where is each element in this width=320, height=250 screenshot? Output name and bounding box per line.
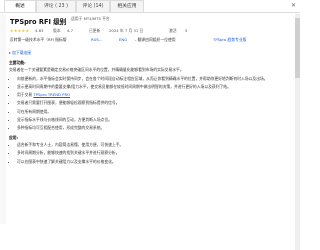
feature-item: 显示更高时间周期中的重要支撑/阻力水平，使交易员能够在较低时间周期中做出明智的决… bbox=[17, 84, 293, 89]
feature-list: 向前更新的，水平指标会实时保持同步，会在各个时间段自动标注相应区域，从而让你看到… bbox=[9, 76, 293, 131]
lang-link[interactable]: ENG bbox=[119, 37, 127, 42]
apps-list: 适合新手和专业人士，内容简洁易懂，使用方便，可快速上手。 多时间周期分析，能够快… bbox=[9, 142, 293, 164]
tab-reviews[interactable]: 评论 ( 23 ) bbox=[36, 0, 76, 12]
heading-apps: 应用: bbox=[9, 134, 19, 140]
category-link[interactable]: RUS... bbox=[91, 37, 102, 42]
rating-value: 4.83 bbox=[35, 28, 44, 33]
category-label: 反转第一级技术水平（RFI 指标版 bbox=[10, 37, 67, 42]
close-icon[interactable]: ✕ bbox=[291, 2, 296, 9]
left-gutter bbox=[0, 14, 6, 224]
feature-item: 显示指标水平线与价格线间的互动，方便判断入场点位。 bbox=[17, 117, 293, 122]
app-item: 多时间周期分析，能够快速的找到关键水平并进行观察分析。 bbox=[17, 150, 293, 155]
feature-item: 向前更新的，水平指标会实时保持同步，会在各个时间段自动标注相应区域，从而让你看到… bbox=[17, 76, 293, 81]
feature-item: 用于交易 TPSpro TREND PRO bbox=[17, 92, 293, 97]
tab-comments[interactable]: 评论 (14) bbox=[76, 0, 110, 12]
tab-related[interactable]: 相关应用 bbox=[110, 0, 144, 12]
product-panel: TPSpro RFI 级别 适用于 MT4/MT5 平台 ★★★★★ 4.83 … bbox=[9, 14, 293, 167]
tpspro-link[interactable]: TPSpro TREND PRO bbox=[33, 92, 70, 97]
version-value: 4.7 bbox=[67, 28, 74, 33]
updated-value: 2024 年 7 月 31 日 bbox=[109, 28, 144, 33]
tab-overview[interactable]: 概述 bbox=[4, 0, 36, 12]
author-link[interactable]: TPSpro 趋势专业版 bbox=[213, 37, 246, 43]
title-row: TPSpro RFI 级别 适用于 MT4/MT5 平台 bbox=[9, 14, 293, 26]
download-link[interactable]: ▸ 加下载连接 bbox=[9, 50, 293, 56]
version-label: 版本 bbox=[53, 28, 61, 33]
feature-item: 多种指标均可互相配合使用，形成完整的交易系统。 bbox=[17, 125, 293, 130]
rating-stars: ★★★★★ bbox=[10, 28, 30, 33]
activations-value: 5 bbox=[185, 28, 188, 33]
meta-row: ★★★★★ 4.83 版本 4.7 已更新 2024 年 7 月 31 日 激活… bbox=[9, 26, 293, 35]
product-title: TPSpro RFI 级别 bbox=[10, 18, 67, 26]
content: 主要功能: 交易者在一个关键要素是确定交易价格突破区间水平的位置，并精确量化能够… bbox=[9, 60, 293, 164]
app-item: 可以在图表中快速了解关键阻力以及支撑水平的价格变化。 bbox=[17, 159, 293, 164]
feature-item: 交易者只需要打开图表，便能够轻松观察到指标提供的信号。 bbox=[17, 100, 293, 105]
activations-label: 激活 bbox=[169, 28, 177, 33]
product-subtitle: 适用于 MT4/MT5 平台 bbox=[71, 16, 110, 21]
feature-item: 可在所有周期使用。 bbox=[17, 109, 293, 114]
tab-bar: 概述 评论 ( 23 ) 评论 (14) 相关应用 ✕ bbox=[0, 0, 300, 13]
author-note: - 翻译由同组织一位使用 bbox=[135, 37, 176, 42]
app-item: 适合新手和专业人士，内容简洁易懂，使用方便，可快速上手。 bbox=[17, 142, 293, 147]
intro-text: 交易者在一个关键要素是确定交易价格突破区间水平的位置，并精确量化能够看到市场的实… bbox=[9, 67, 184, 73]
updated-label: 已更新 bbox=[89, 28, 101, 33]
heading-main: 主要功能: bbox=[9, 60, 26, 65]
info-bar: 反转第一级技术水平（RFI 指标版 RUS... ENG - 翻译由同组织一位使… bbox=[9, 35, 293, 46]
scrollbar-thumb[interactable] bbox=[295, 18, 300, 78]
